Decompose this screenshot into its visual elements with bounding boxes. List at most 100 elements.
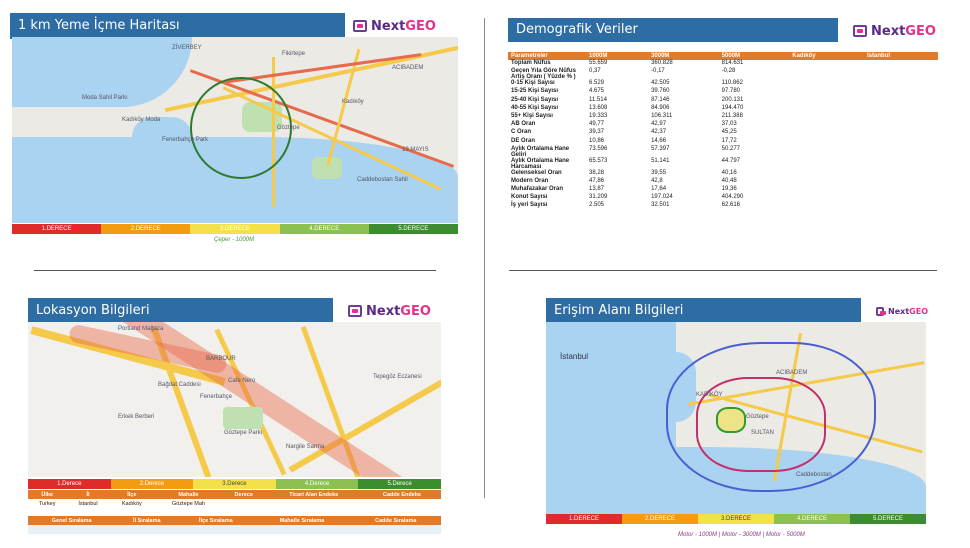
- table-cell: 110.862: [721, 80, 743, 87]
- column-header: 5000M: [718, 52, 790, 60]
- map-label: Fikirtepe: [282, 51, 306, 57]
- table-cell: 55+ Kişi Sayısı: [511, 112, 553, 119]
- table-cell: [864, 68, 938, 80]
- logo-icon: [853, 25, 867, 37]
- location-panel: Lokasyon Bilgileri NextGEO Portland Mağa…: [28, 298, 443, 538]
- legend-bar: 1.Derece 2.Derece 3.Derece 4.Derece 5.De…: [28, 479, 441, 489]
- column-header: Genel Sıralama: [28, 516, 116, 525]
- table-cell: [789, 97, 864, 105]
- table-cell: 40,48: [721, 177, 737, 184]
- table-cell: 37,03: [721, 121, 737, 128]
- food-map[interactable]: ZİVERBEY Moda Sahil Parkı Kadıköy Moda F…: [12, 37, 458, 223]
- logo-icon: [876, 306, 887, 316]
- location-map[interactable]: Portland Mağaza BARBOUR Fenerbahçe Bağda…: [28, 322, 441, 477]
- table-cell: [864, 158, 938, 170]
- legend-bar: 1.DERECE 2.DERECE 3.DERECE 4.DERECE 5.DE…: [546, 514, 926, 524]
- column-header: Mahalle: [154, 490, 223, 499]
- table-cell: [789, 60, 864, 68]
- table-cell: [789, 80, 864, 88]
- table-cell: -0,17: [651, 68, 665, 75]
- legend-item: 1.Derece: [28, 479, 111, 489]
- table-cell: 42,37: [651, 129, 667, 136]
- legend-item: 2.DERECE: [101, 224, 191, 234]
- table-cell: 49,77: [589, 121, 605, 128]
- table-cell: -0,28: [721, 68, 736, 75]
- table-cell: 19.333: [589, 112, 608, 119]
- table-cell: 4.675: [589, 88, 605, 95]
- table-cell: 0-15 Kişi Sayısı: [511, 80, 555, 87]
- table-cell: 38,28: [589, 169, 605, 176]
- map-label: Cafe Nero: [228, 378, 256, 384]
- table-cell: 13,87: [589, 186, 605, 193]
- map-caption: Çeper - 1000M: [214, 237, 255, 243]
- table-cell: 404.290: [721, 194, 744, 201]
- map-label: SULTAN: [751, 430, 774, 436]
- table-row: 25-40 Kişi Sayısı 11.514 87.146 200.131: [508, 97, 938, 105]
- legend-item: 1.DERECE: [12, 224, 102, 234]
- panel-title: Lokasyon Bilgileri: [28, 298, 333, 324]
- table-cell: 40,16: [721, 169, 737, 176]
- table-row: DE Oran 10,86 14,66 17,72: [508, 138, 938, 146]
- legend-bar: 1.DERECE 2.DERECE 3.DERECE 4.DERECE 5.DE…: [12, 224, 459, 234]
- logo-icon: [353, 20, 367, 32]
- table-cell: 19,36: [721, 186, 737, 193]
- table-cell: [363, 499, 441, 508]
- table-row: Gelenseksel Oran 38,28 39,55 40,16: [508, 170, 938, 178]
- table-cell: Modern Oran: [511, 177, 549, 184]
- table-cell: [789, 202, 864, 210]
- map-label: ACIBADEM: [392, 65, 424, 71]
- table-cell: 42,8: [651, 177, 663, 184]
- table-cell: [789, 186, 864, 194]
- table-row: Konut Sayısı 31.209 197.024 404.290: [508, 194, 938, 202]
- column-header: Cadde Endeks: [362, 490, 441, 499]
- legend-item: 5.DERECE: [850, 514, 926, 524]
- table-cell: [223, 499, 265, 508]
- next-geo-logo: NextGEO: [853, 18, 953, 44]
- table-cell: Turkey: [38, 500, 56, 507]
- table-row: 0-15 Kişi Sayısı 6.529 42.505 110.862: [508, 80, 938, 88]
- table-cell: 32.501: [651, 202, 670, 209]
- table-cell: [789, 178, 864, 186]
- table-cell: Gelenseksel Oran: [511, 169, 562, 176]
- map-caption: Motor - 1000M | Motor - 3000M | Motor - …: [678, 532, 805, 538]
- table-row: Toplam Nüfus 55.659 360.828 814.631: [508, 60, 938, 68]
- table-cell: [789, 170, 864, 178]
- panel-title: Demografik Veriler: [508, 18, 838, 42]
- map-label: Fenerbahçe Park: [162, 137, 209, 143]
- legend-item: 4.Derece: [275, 479, 359, 489]
- table-cell: [864, 202, 938, 210]
- table-cell: Göztepe Mah: [171, 500, 205, 507]
- panel-title: Erişim Alanı Bilgileri: [546, 298, 861, 324]
- table-cell: [265, 499, 363, 508]
- table-row: C Oran 39,37 42,37 45,25: [508, 129, 938, 137]
- map-label: Portland Mağaza: [118, 326, 164, 332]
- column-header: İstanbul: [864, 52, 938, 60]
- table-cell: [789, 194, 864, 202]
- table-cell: 10,86: [589, 137, 605, 144]
- map-label: ZİVERBEY: [172, 45, 202, 51]
- table-cell: [864, 146, 938, 158]
- table-cell: 51.141: [651, 157, 670, 164]
- table-cell: [864, 170, 938, 178]
- location-table: Ülke İl İlçe Mahalle Derece Ticari Alan Endek…: [28, 490, 441, 508]
- table-cell: [864, 105, 938, 113]
- table-cell: [864, 178, 938, 186]
- table-cell: 97.780: [721, 88, 741, 95]
- table-cell: [789, 158, 864, 170]
- map-label: Tepegöz Eczanesi: [373, 374, 422, 380]
- table-cell: 11.514: [589, 96, 607, 103]
- table-cell: [789, 113, 864, 121]
- map-label: ACIBADEM: [776, 370, 808, 376]
- table-cell: 360.828: [651, 60, 673, 66]
- column-header: Ticari Alan Endeks: [264, 490, 363, 499]
- access-map[interactable]: İstanbul KADIKÖY Göztepe SULTAN ACIBADEM…: [546, 322, 926, 514]
- table-cell: 25-40 Kişi Sayısı: [511, 96, 559, 103]
- legend-item: 3.Derece: [193, 479, 276, 489]
- table-row: Modern Oran 47,86 42,8 40,48: [508, 178, 938, 186]
- table-row: Aylık Ortalama Hane Harcaması 65.573 51.14…: [508, 158, 938, 170]
- table-cell: 62.616: [721, 202, 741, 209]
- table-cell: DE Oran: [511, 137, 536, 144]
- legend-item: 2.Derece: [110, 479, 194, 489]
- table-cell: [864, 129, 938, 137]
- table-cell: Aylık Ortalama Hane Harcaması: [511, 157, 570, 170]
